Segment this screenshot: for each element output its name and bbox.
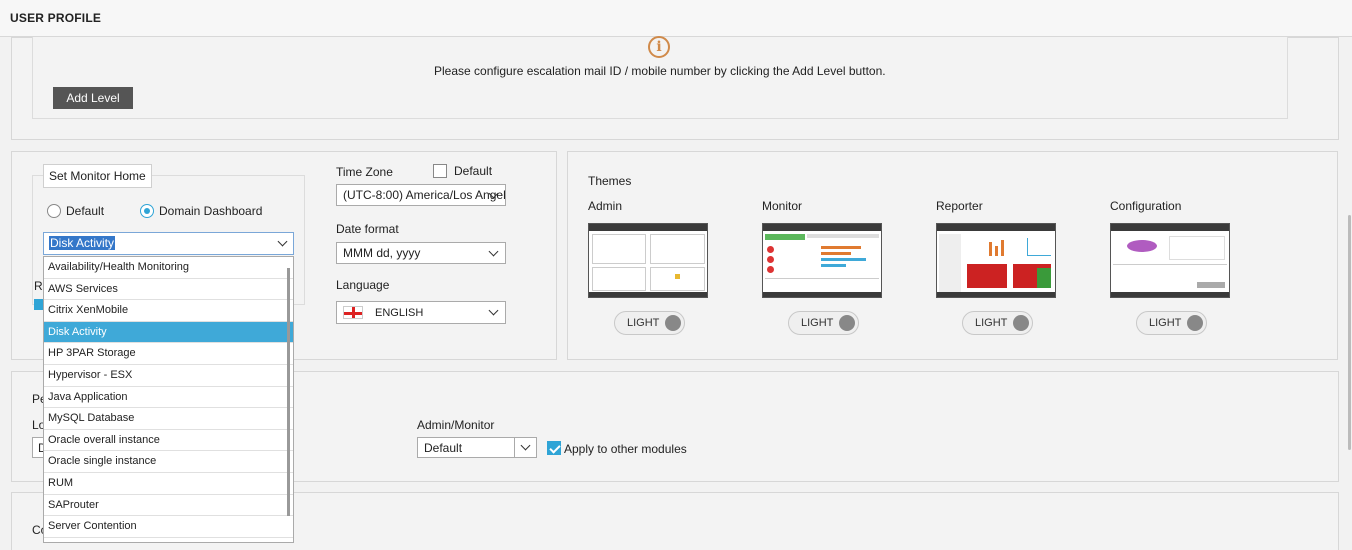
monitor-home-selected-value: Disk Activity xyxy=(49,236,116,250)
dropdown-option[interactable]: Oracle overall instance xyxy=(44,430,293,452)
dropdown-option[interactable]: HP 3PAR Storage xyxy=(44,343,293,365)
dropdown-option[interactable]: MySQL Database xyxy=(44,408,293,430)
theme-configuration-preview[interactable] xyxy=(1110,223,1230,298)
date-format-select[interactable]: MMM dd, yyyy xyxy=(336,242,506,264)
theme-reporter-preview[interactable] xyxy=(936,223,1056,298)
timezone-default-checkbox[interactable] xyxy=(433,164,447,178)
page-title: USER PROFILE xyxy=(10,11,102,25)
theme-monitor-toggle[interactable]: LIGHT xyxy=(788,311,859,335)
dropdown-option[interactable]: Availability/Health Monitoring xyxy=(44,257,293,279)
dropdown-option[interactable]: AWS Services xyxy=(44,279,293,301)
theme-admin-label: Admin xyxy=(588,199,623,213)
radio-domain-dashboard[interactable] xyxy=(140,204,154,218)
england-flag-icon xyxy=(343,306,363,319)
dropdown-option[interactable]: Disk Activity xyxy=(44,321,293,344)
dropdown-option[interactable]: Oracle single instance xyxy=(44,451,293,473)
dropdown-option[interactable]: Citrix XenMobile xyxy=(44,300,293,322)
theme-configuration-toggle[interactable]: LIGHT xyxy=(1136,311,1207,335)
radio-domain-dashboard-label: Domain Dashboard xyxy=(159,204,263,218)
escalation-message: Please configure escalation mail ID / mo… xyxy=(434,64,886,78)
admin-monitor-select-divider xyxy=(514,438,515,457)
dropdown-option[interactable]: Hypervisor - ESX xyxy=(44,365,293,387)
theme-configuration-label: Configuration xyxy=(1110,199,1182,213)
monitor-home-select[interactable]: Disk Activity xyxy=(43,232,294,255)
dropdown-option[interactable]: Server Contention xyxy=(44,516,293,538)
dropdown-option[interactable]: SAProuter xyxy=(44,495,293,517)
language-value: ENGLISH xyxy=(375,307,424,319)
timezone-value: (UTC-8:00) America/Los Angeles xyxy=(343,188,506,202)
language-label: Language xyxy=(336,278,390,292)
timezone-label: Time Zone xyxy=(336,165,393,179)
admin-monitor-label: Admin/Monitor xyxy=(417,418,495,432)
page-scrollbar-thumb[interactable] xyxy=(1348,215,1351,450)
admin-monitor-value: Default xyxy=(424,441,463,455)
partial-label-r: R xyxy=(34,279,43,293)
timezone-default-label: Default xyxy=(454,164,493,178)
theme-reporter-label: Reporter xyxy=(936,199,983,213)
monitor-home-dropdown-list: Availability/Health Monitoring AWS Servic… xyxy=(43,256,294,543)
info-icon: i xyxy=(648,36,670,58)
theme-monitor-preview[interactable] xyxy=(762,223,882,298)
radio-default[interactable] xyxy=(47,204,61,218)
dropdown-option[interactable]: RUM xyxy=(44,473,293,495)
radio-default-label: Default xyxy=(66,204,105,218)
monitor-home-legend: Set Monitor Home xyxy=(43,164,152,188)
admin-monitor-select[interactable]: Default xyxy=(417,437,537,458)
theme-monitor-label: Monitor xyxy=(762,199,803,213)
apply-other-modules-checkbox[interactable] xyxy=(547,441,561,455)
apply-other-modules-label: Apply to other modules xyxy=(564,442,687,456)
theme-admin-toggle[interactable]: LIGHT xyxy=(614,311,685,335)
date-format-value: MMM dd, yyyy xyxy=(343,246,421,260)
page-header: USER PROFILE xyxy=(0,0,1352,37)
themes-title: Themes xyxy=(588,174,632,188)
add-level-button[interactable]: Add Level xyxy=(53,87,133,109)
dropdown-scrollbar[interactable] xyxy=(287,268,290,516)
dropdown-option[interactable]: Java Application xyxy=(44,387,293,409)
theme-reporter-toggle[interactable]: LIGHT xyxy=(962,311,1033,335)
date-format-label: Date format xyxy=(336,222,399,236)
theme-admin-preview[interactable] xyxy=(588,223,708,298)
timezone-select[interactable]: (UTC-8:00) America/Los Angeles xyxy=(336,184,506,206)
